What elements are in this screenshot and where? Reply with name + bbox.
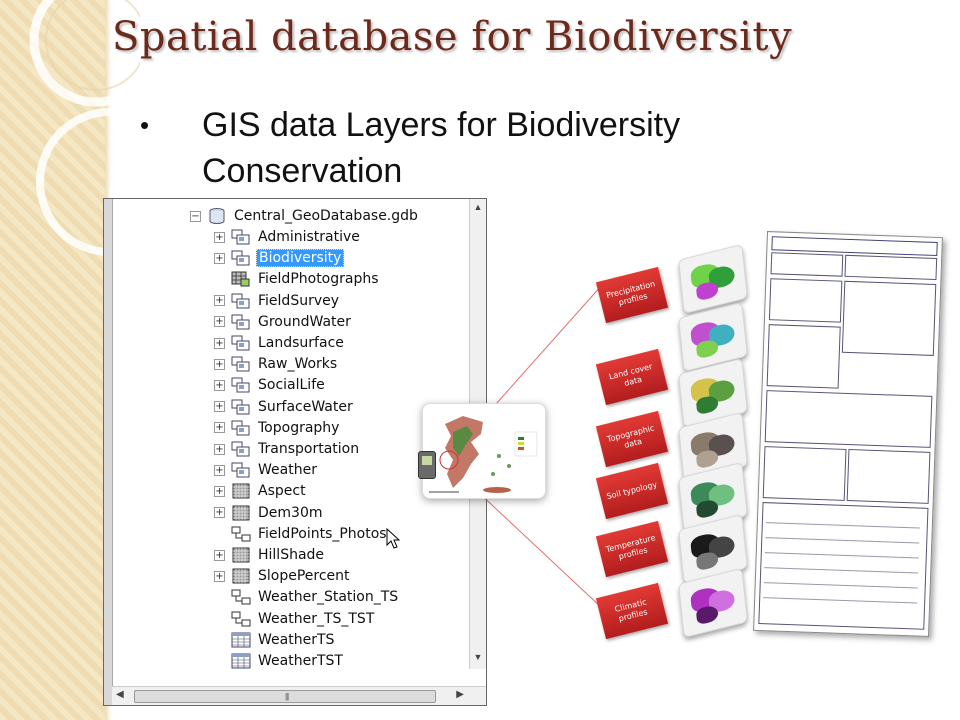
greece-elevation-map xyxy=(422,403,546,499)
habitat-datasheet xyxy=(753,231,943,637)
gps-device-icon xyxy=(418,451,436,479)
